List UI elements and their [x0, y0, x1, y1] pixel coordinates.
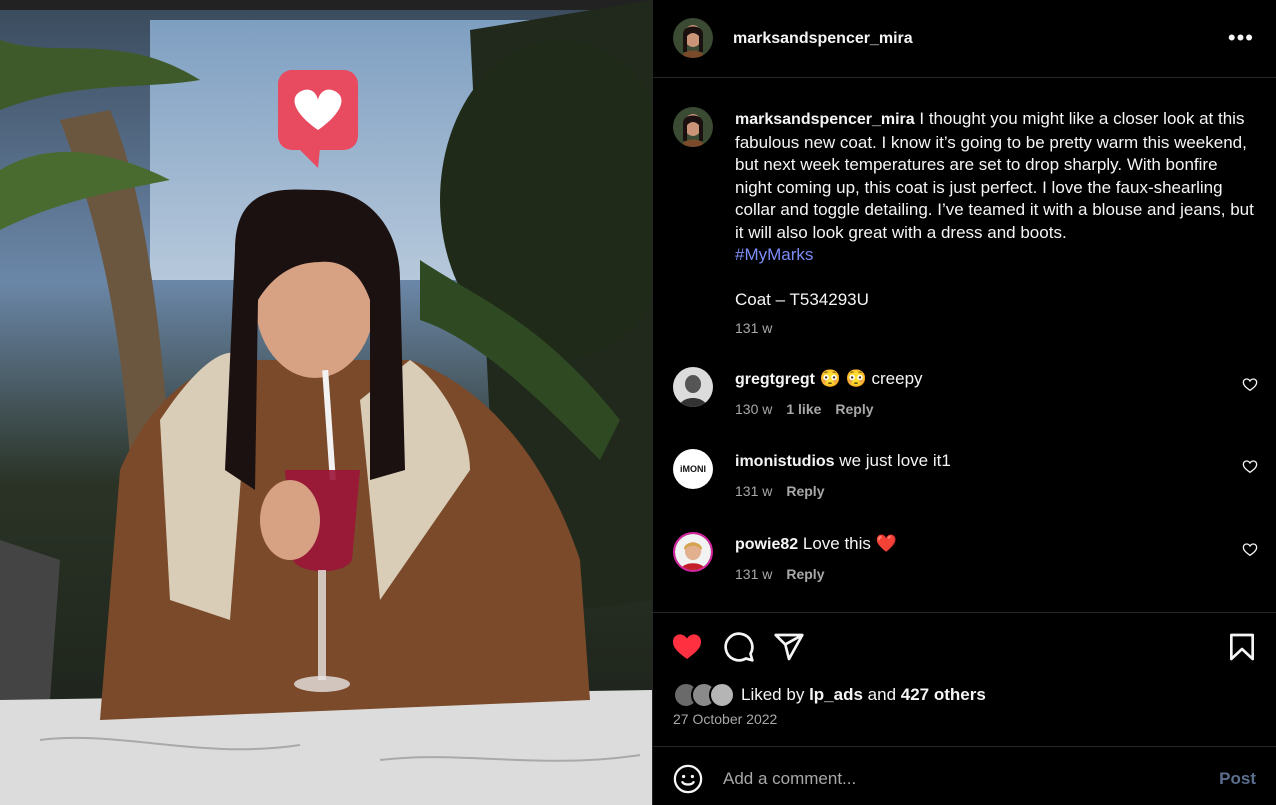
comment-input[interactable]: Add a comment... — [723, 769, 856, 789]
save-bookmark-icon[interactable] — [1226, 631, 1258, 663]
likes-summary[interactable]: Liked by lp_ads and 427 others — [673, 681, 986, 709]
comment-likes[interactable]: 1 like — [786, 401, 821, 417]
comment-text: Love this ❤️ — [802, 534, 897, 553]
post-image — [0, 0, 652, 805]
comment-like-heart-icon[interactable] — [1242, 377, 1258, 393]
comment-time[interactable]: 131 w — [735, 566, 772, 582]
author-username[interactable]: marksandspencer_mira — [733, 30, 913, 48]
reply-button[interactable]: Reply — [786, 483, 824, 499]
product-code: Coat – T534293U — [735, 290, 869, 309]
reply-button[interactable]: Reply — [786, 566, 824, 582]
caption-text: I thought you might like a closer look a… — [735, 109, 1254, 242]
liked-by-user[interactable]: lp_ads — [809, 685, 863, 704]
like-heart-icon[interactable] — [671, 631, 703, 663]
liked-others-count[interactable]: 427 others — [901, 685, 986, 704]
hashtag-link[interactable]: #MyMarks — [735, 245, 813, 264]
commenter-username[interactable]: powie82 — [735, 536, 798, 553]
comment-text: we just love it1 — [839, 451, 951, 470]
comment-composer: Add a comment... Post — [653, 746, 1276, 805]
commenter-avatar[interactable] — [673, 367, 713, 407]
comment-item: iMONI imonistudios we just love it1 131 … — [653, 449, 1276, 509]
liked-by-prefix: Liked by — [741, 685, 805, 704]
post-actions: Liked by lp_ads and 427 others 27 Octobe… — [653, 612, 1276, 747]
comment-like-heart-icon[interactable] — [1242, 542, 1258, 558]
comment-text: 😳 😳 creepy — [819, 369, 923, 388]
caption-timestamp[interactable]: 131 w — [735, 320, 772, 336]
post-header: marksandspencer_mira ••• — [653, 0, 1276, 78]
post-photo[interactable] — [0, 0, 652, 805]
comment-item: gregtgregt 😳 😳 creepy 130 w 1 like Reply — [653, 367, 1276, 427]
comment-like-heart-icon[interactable] — [1242, 459, 1258, 475]
more-options-icon[interactable]: ••• — [1228, 27, 1254, 49]
share-icon[interactable] — [773, 631, 805, 663]
comment-time[interactable]: 131 w — [735, 483, 772, 499]
author-avatar[interactable] — [673, 18, 713, 58]
comment-item: powie82 Love this ❤️ 131 w Reply — [653, 532, 1276, 592]
post-caption: marksandspencer_mira I thought you might… — [735, 108, 1255, 312]
caption-username[interactable]: marksandspencer_mira — [735, 111, 915, 128]
liker-avatar — [709, 682, 735, 708]
post-comment-button[interactable]: Post — [1219, 769, 1256, 789]
comment-icon[interactable] — [723, 631, 755, 663]
emoji-icon[interactable] — [673, 764, 703, 794]
commenter-username[interactable]: imonistudios — [735, 453, 835, 470]
commenter-avatar[interactable] — [673, 532, 713, 572]
liked-and: and — [867, 685, 897, 704]
commenter-username[interactable]: gregtgregt — [735, 371, 815, 388]
reply-button[interactable]: Reply — [835, 401, 873, 417]
caption-avatar[interactable] — [673, 107, 713, 147]
commenter-avatar[interactable]: iMONI — [673, 449, 713, 489]
comment-time[interactable]: 130 w — [735, 401, 772, 417]
post-date: 27 October 2022 — [673, 711, 778, 727]
svg-text:iMONI: iMONI — [680, 464, 706, 474]
post-detail-panel: marksandspencer_mira ••• marksandspencer… — [652, 0, 1276, 805]
